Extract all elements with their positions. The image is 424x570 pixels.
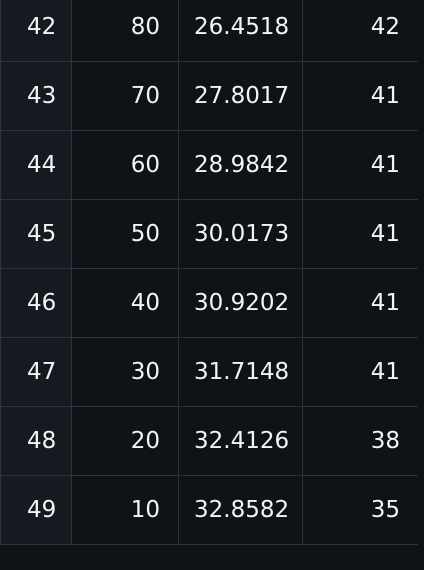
row-index-cell[interactable]: 44 (0, 130, 72, 200)
row-index-cell[interactable]: 46 (0, 268, 72, 338)
table-row[interactable]: 45 50 30.0173 41 (0, 199, 419, 269)
data-grid: 42 80 26.4518 42 43 70 27.8017 41 44 60 … (0, 0, 424, 570)
table-cell[interactable]: 31.7148 (178, 337, 303, 407)
table-cell[interactable]: 40 (71, 268, 179, 338)
table-cell[interactable]: 30.9202 (178, 268, 303, 338)
table-cell[interactable]: 42 (302, 0, 419, 62)
data-table: 42 80 26.4518 42 43 70 27.8017 41 44 60 … (0, 0, 419, 545)
table-cell[interactable]: 41 (302, 61, 419, 131)
table-cell[interactable]: 28.9842 (178, 130, 303, 200)
table-cell[interactable]: 30 (71, 337, 179, 407)
table-body: 42 80 26.4518 42 43 70 27.8017 41 44 60 … (0, 0, 419, 545)
table-row[interactable]: 48 20 32.4126 38 (0, 406, 419, 476)
table-cell[interactable]: 32.8582 (178, 475, 303, 545)
table-cell[interactable]: 41 (302, 199, 419, 269)
right-gutter (418, 0, 424, 570)
table-cell[interactable]: 30.0173 (178, 199, 303, 269)
table-cell[interactable]: 41 (302, 268, 419, 338)
table-cell[interactable]: 41 (302, 130, 419, 200)
table-cell[interactable]: 38 (302, 406, 419, 476)
row-index-cell[interactable]: 48 (0, 406, 72, 476)
table-cell[interactable]: 70 (71, 61, 179, 131)
table-cell[interactable]: 35 (302, 475, 419, 545)
table-cell[interactable]: 50 (71, 199, 179, 269)
row-index-cell[interactable]: 49 (0, 475, 72, 545)
table-cell[interactable]: 26.4518 (178, 0, 303, 62)
row-index-cell[interactable]: 42 (0, 0, 72, 62)
table-cell[interactable]: 60 (71, 130, 179, 200)
table-row[interactable]: 42 80 26.4518 42 (0, 0, 419, 62)
table-cell[interactable]: 32.4126 (178, 406, 303, 476)
table-cell[interactable]: 27.8017 (178, 61, 303, 131)
row-index-cell[interactable]: 45 (0, 199, 72, 269)
table-row[interactable]: 49 10 32.8582 35 (0, 475, 419, 545)
table-row[interactable]: 44 60 28.9842 41 (0, 130, 419, 200)
row-index-cell[interactable]: 43 (0, 61, 72, 131)
table-row[interactable]: 43 70 27.8017 41 (0, 61, 419, 131)
table-cell[interactable]: 10 (71, 475, 179, 545)
table-row[interactable]: 46 40 30.9202 41 (0, 268, 419, 338)
table-cell[interactable]: 20 (71, 406, 179, 476)
table-cell[interactable]: 80 (71, 0, 179, 62)
table-cell[interactable]: 41 (302, 337, 419, 407)
table-row[interactable]: 47 30 31.7148 41 (0, 337, 419, 407)
row-index-cell[interactable]: 47 (0, 337, 72, 407)
